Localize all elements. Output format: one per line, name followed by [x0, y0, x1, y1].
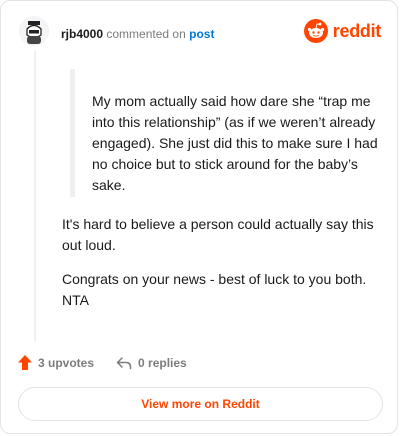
username-link[interactable]: rjb4000: [61, 27, 103, 41]
reddit-wordmark: reddit: [332, 20, 382, 41]
reddit-logo[interactable]: reddit: [303, 19, 382, 43]
embedded-comment-card: rjb4000 commented on post reddit My mom …: [0, 0, 398, 434]
comment-paragraph: It's hard to believe a person could actu…: [62, 216, 374, 253]
upvotes[interactable]: 3 upvotes: [18, 355, 94, 370]
comment-blockquote: My mom actually said how dare she “trap …: [70, 69, 380, 197]
action-text: commented on: [106, 27, 186, 41]
upvote-arrow-icon: [18, 355, 32, 370]
replies[interactable]: 0 replies: [116, 356, 187, 370]
reddit-snoo-icon: [303, 19, 328, 43]
comment-paragraph: Congrats on your news - best of luck to …: [62, 271, 367, 308]
quote-text: My mom actually said how dare she “trap …: [92, 93, 378, 193]
reply-arrow-icon: [116, 356, 132, 369]
comment-header: rjb4000 commented on post: [61, 27, 214, 41]
view-more-button[interactable]: View more on Reddit: [18, 387, 383, 421]
upvotes-count: 3 upvotes: [38, 355, 95, 370]
replies-count: 0 replies: [138, 355, 187, 370]
thread-line[interactable]: [34, 51, 36, 341]
post-link[interactable]: post: [189, 27, 214, 41]
avatar[interactable]: [19, 16, 49, 46]
avatar-icon: [19, 16, 49, 46]
comment-footer: 3 upvotes 0 replies: [18, 355, 209, 370]
